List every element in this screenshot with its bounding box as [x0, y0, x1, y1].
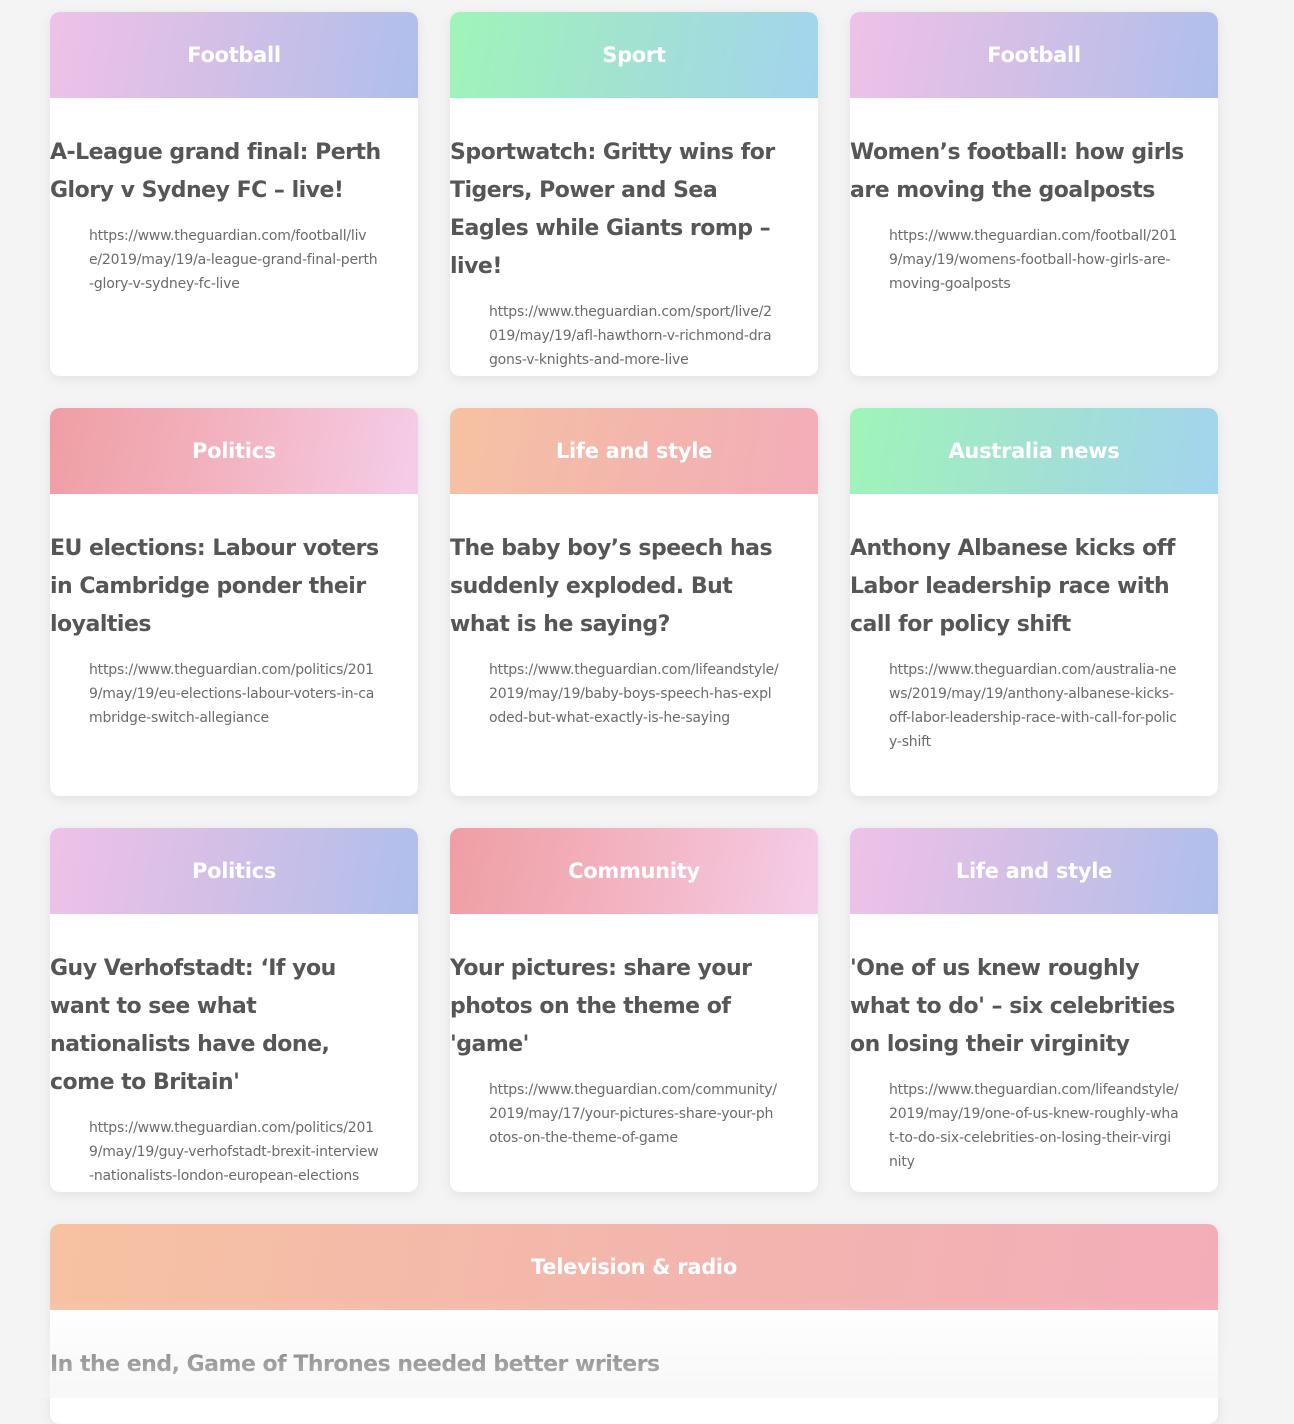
article-card[interactable]: Politics EU elections: Labour voters in … — [50, 408, 418, 796]
category-header: Life and style — [450, 408, 818, 494]
article-title[interactable]: Women’s football: how girls are moving t… — [850, 134, 1218, 210]
category-label: Politics — [192, 859, 276, 883]
category-header: Australia news — [850, 408, 1218, 494]
category-label: Australia news — [948, 439, 1120, 463]
article-url[interactable]: https://www.theguardian.com/politics/201… — [89, 1116, 379, 1188]
article-title[interactable]: Anthony Albanese kicks off Labor leaders… — [850, 530, 1218, 644]
article-title[interactable]: Your pictures: share your photos on the … — [450, 950, 818, 1064]
article-url[interactable]: https://www.theguardian.com/football/201… — [889, 224, 1179, 296]
article-url[interactable]: https://www.theguardian.com/community/20… — [489, 1078, 779, 1150]
category-label: Life and style — [955, 859, 1113, 883]
category-header: Politics — [50, 408, 418, 494]
article-card[interactable]: Politics Guy Verhofstadt: ‘If you want t… — [50, 828, 418, 1192]
category-header: Community — [450, 828, 818, 914]
category-label: Football — [187, 43, 281, 67]
article-card[interactable]: Sport Sportwatch: Gritty wins for Tigers… — [450, 12, 818, 376]
category-header: Sport — [450, 12, 818, 98]
category-label: Sport — [602, 43, 666, 67]
article-card[interactable]: Football A-League grand final: Perth Glo… — [50, 12, 418, 376]
article-card[interactable]: Life and style The baby boy’s speech has… — [450, 408, 818, 796]
category-header: Television & radio — [50, 1224, 1218, 1310]
category-label: Football — [987, 43, 1081, 67]
category-header: Life and style — [850, 828, 1218, 914]
article-url[interactable]: https://www.theguardian.com/football/liv… — [89, 224, 379, 296]
category-label: Life and style — [555, 439, 713, 463]
article-url[interactable]: https://www.theguardian.com/lifeandstyle… — [489, 658, 779, 730]
article-card[interactable]: Football Women’s football: how girls are… — [850, 12, 1218, 376]
article-title[interactable]: EU elections: Labour voters in Cambridge… — [50, 530, 418, 644]
article-title[interactable]: Sportwatch: Gritty wins for Tigers, Powe… — [450, 134, 818, 286]
article-url[interactable]: https://www.theguardian.com/sport/live/2… — [489, 300, 779, 372]
category-label: Politics — [192, 439, 276, 463]
category-header: Football — [850, 12, 1218, 98]
article-card[interactable]: Life and style 'One of us knew roughly w… — [850, 828, 1218, 1192]
category-label: Community — [568, 859, 700, 883]
article-card[interactable]: Community Your pictures: share your phot… — [450, 828, 818, 1192]
article-title[interactable]: The baby boy’s speech has suddenly explo… — [450, 530, 818, 644]
category-header: Football — [50, 12, 418, 98]
article-url[interactable]: https://www.theguardian.com/lifeandstyle… — [889, 1078, 1179, 1174]
category-label: Television & radio — [531, 1255, 737, 1279]
article-card-wide[interactable]: Television & radio In the end, Game of T… — [50, 1224, 1218, 1424]
article-url[interactable]: https://www.theguardian.com/australia-ne… — [889, 658, 1179, 754]
article-title[interactable]: In the end, Game of Thrones needed bette… — [50, 1346, 1218, 1384]
category-header: Politics — [50, 828, 418, 914]
article-title[interactable]: 'One of us knew roughly what to do' – si… — [850, 950, 1218, 1064]
article-title[interactable]: Guy Verhofstadt: ‘If you want to see wha… — [50, 950, 418, 1102]
article-card[interactable]: Australia news Anthony Albanese kicks of… — [850, 408, 1218, 796]
article-url[interactable]: https://www.theguardian.com/politics/201… — [89, 658, 379, 730]
article-title[interactable]: A-League grand final: Perth Glory v Sydn… — [50, 134, 418, 210]
